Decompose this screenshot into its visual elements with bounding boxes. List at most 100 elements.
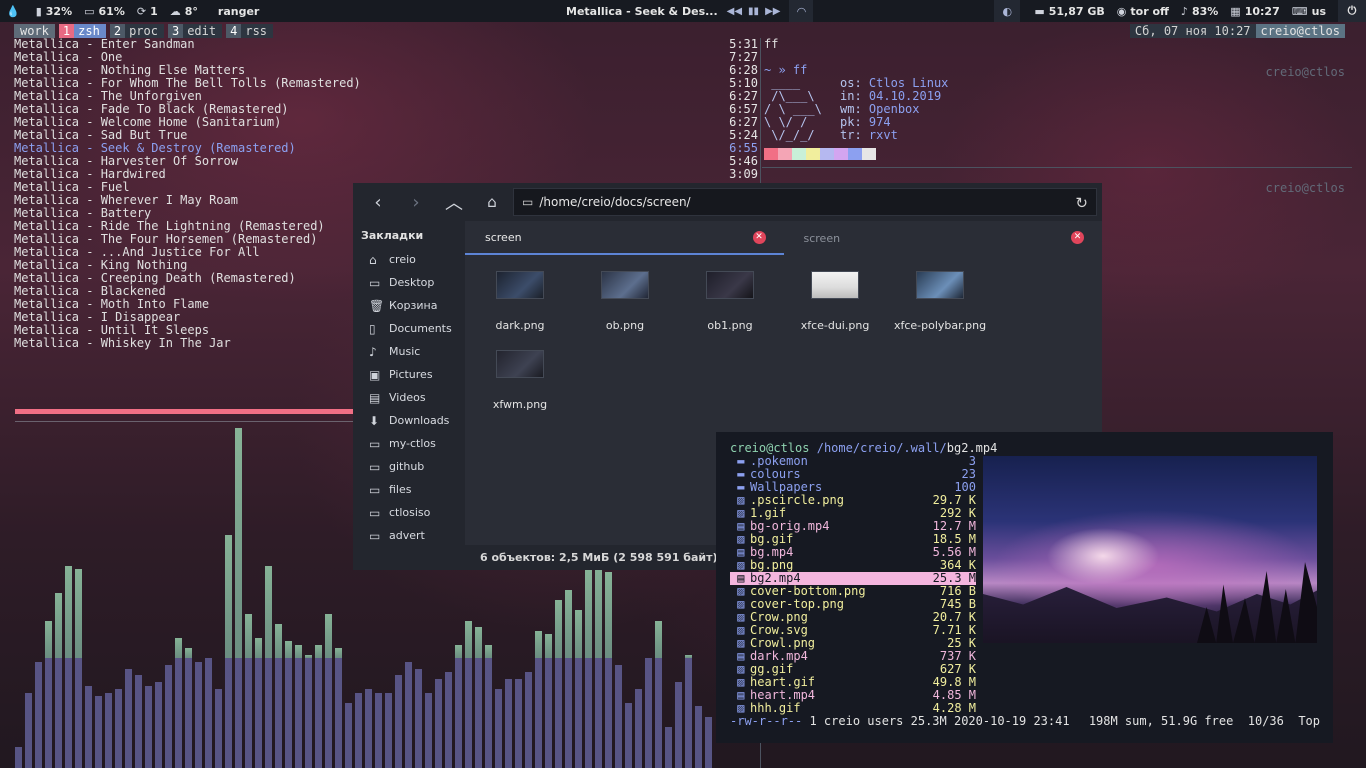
visualizer-bar [245, 614, 252, 768]
up-button[interactable]: ︿ [435, 187, 473, 217]
file-item[interactable]: xfce-dui.png [785, 271, 885, 332]
visualizer-bar [675, 682, 682, 768]
close-icon[interactable]: ✕ [1071, 231, 1084, 244]
clock-widget[interactable]: ▦ 10:27 [1224, 0, 1285, 22]
ff-terminal[interactable]: ff ~ » ff ____ /\___\ / \ ___\ \ \/ / \/… [764, 38, 948, 160]
close-icon[interactable]: ✕ [752, 231, 766, 244]
keyboard-widget[interactable]: ⌨ us [1286, 0, 1332, 22]
visualizer-bar [595, 559, 602, 768]
sidebar-item-label: creio [389, 253, 416, 266]
sidebar-item-documents[interactable]: ▯ Documents [353, 317, 465, 340]
sidebar-item-advert[interactable]: ▭ advert [353, 524, 465, 547]
pause-icon[interactable]: ▮▮ [748, 6, 759, 17]
sidebar-item-music[interactable]: ♪ Music [353, 340, 465, 363]
top-panel: 💧 ▮ 32% ▭ 61% ⟳ 1 ☁ 8° ranger Metallica - Se… [0, 0, 1366, 22]
chevron-left-icon: ‹ [374, 191, 382, 213]
bookmarks-sidebar: Закладки ⌂ creio ▭ Desktop 🗑 Корзина ▯ Document… [353, 221, 465, 570]
visualizer-bar [515, 679, 522, 768]
tmux-session[interactable]: work [14, 24, 55, 38]
tmux-window-1[interactable]: 1 zsh [58, 24, 106, 38]
battery-icon: ▮ [35, 4, 42, 18]
visualizer-bar [545, 634, 552, 768]
playlist-item[interactable]: Metallica - Whiskey In The Jar [14, 337, 361, 350]
tab-screen-1[interactable]: screen ✕ [465, 221, 784, 255]
sidebar-item-creio[interactable]: ⌂ creio [353, 248, 465, 271]
visualizer-bar [695, 706, 702, 768]
playback-progress-bar[interactable] [15, 409, 353, 414]
window-number: 3 [167, 24, 184, 38]
file-name: ob.png [605, 319, 645, 332]
file-item[interactable]: ob.png [575, 271, 675, 332]
visualizer-bar [215, 689, 222, 768]
next-track-icon[interactable]: ▶▶ [765, 6, 780, 17]
ff-info-value: Openbox [868, 102, 920, 116]
battery-widget[interactable]: ▮ 32% [30, 0, 78, 22]
sidebar-item-корзина[interactable]: 🗑 Корзина [353, 294, 465, 317]
volume-widget[interactable]: ♪ 83% [1175, 0, 1224, 22]
file-manager-toolbar: ‹ › ︿ ⌂ ▭ /home/creio/docs/screen/ ↻ [353, 183, 1102, 221]
ranger-window[interactable]: creio@ctlos /home/creio/.wall/bg2.mp4 ▬.… [716, 432, 1333, 743]
tor-widget[interactable]: ◉ tor off [1111, 0, 1175, 22]
tmux-window-2[interactable]: 2 proc [109, 24, 164, 38]
sidebar-item-label: Videos [389, 391, 426, 404]
tmux-window-3[interactable]: 3 edit [167, 24, 223, 38]
tab-label: screen [485, 230, 522, 244]
file-item[interactable]: dark.png [470, 271, 570, 332]
window-label: edit [187, 24, 217, 38]
contrast-button[interactable]: ◐ [994, 0, 1021, 22]
power-button[interactable]: ⏻ [1338, 0, 1366, 22]
tor-value: tor off [1130, 4, 1169, 18]
forward-button[interactable]: › [397, 187, 435, 217]
home-button[interactable]: ⌂ [473, 187, 511, 217]
location-bar[interactable]: ▭ /home/creio/docs/screen/ [513, 188, 1097, 216]
memory-widget[interactable]: ▭ 61% [78, 0, 131, 22]
sidebar-item-label: Documents [389, 322, 452, 335]
visualizer-bar [175, 638, 182, 768]
chevron-right-icon: › [412, 191, 420, 213]
disk-widget[interactable]: ▬ 51,87 GB [1028, 0, 1110, 22]
reload-icon[interactable]: ↻ [1075, 194, 1088, 212]
palette-swatch [820, 148, 834, 160]
ff-info-key: os: [840, 76, 862, 90]
back-button[interactable]: ‹ [359, 187, 397, 217]
keyboard-icon: ⌨ [1291, 4, 1308, 18]
visualizer-bar [475, 627, 482, 768]
trash-icon: 🗑 [369, 298, 385, 313]
sidebar-item-pictures[interactable]: ▣ Pictures [353, 363, 465, 386]
desktop-icon: ▭ [369, 275, 381, 290]
tmux-window-4[interactable]: 4 rss [226, 24, 274, 38]
window-number: 2 [109, 24, 126, 38]
file-item[interactable]: xfwm.png [470, 350, 570, 411]
sidebar-item-downloads[interactable]: ⬇ Downloads [353, 409, 465, 432]
duration-item: 3:09 [729, 167, 758, 181]
ff-info-key: tr: [840, 128, 862, 142]
visualizer-bar [235, 428, 242, 768]
downloads-icon: ⬇ [369, 413, 380, 428]
sidebar-item-ctlosiso[interactable]: ▭ ctlosiso [353, 501, 465, 524]
weather-widget[interactable]: ☁ 8° [164, 0, 204, 22]
visualizer-bar [205, 658, 212, 768]
visualizer-bar [295, 645, 302, 768]
visualizer-bar [135, 675, 142, 768]
sidebar-item-files[interactable]: ▭ files [353, 478, 465, 501]
visualizer-bar [685, 655, 692, 768]
droplet-widget[interactable]: 💧 [0, 0, 30, 22]
memory-icon: ▭ [84, 4, 95, 18]
prev-track-icon[interactable]: ◀◀ [727, 6, 742, 17]
sidebar-item-label: github [389, 460, 425, 473]
sidebar-item-my-ctlos[interactable]: ▭ my-ctlos [353, 432, 465, 455]
sidebar-item-github[interactable]: ▭ github [353, 455, 465, 478]
visualizer-bar [305, 655, 312, 768]
tab-screen-2[interactable]: screen ✕ [784, 221, 1103, 255]
visualizer-bar [465, 621, 472, 768]
tmux-status-right: Сб, 07 ноя 10:27 creio@ctlos [1129, 24, 1345, 38]
updates-widget[interactable]: ⟳ 1 [131, 0, 164, 22]
ranger-user: creio@ctlos [730, 441, 810, 455]
file-item[interactable]: xfce-polybar.png [890, 271, 990, 332]
sidebar-item-videos[interactable]: ▤ Videos [353, 386, 465, 409]
file-item[interactable]: ob1.png [680, 271, 780, 332]
sidebar-item-desktop[interactable]: ▭ Desktop [353, 271, 465, 294]
now-playing[interactable]: Metallica - Seek & Des... [560, 0, 724, 22]
headphones-button[interactable]: ◠ [789, 0, 814, 22]
image-thumbnail [811, 271, 859, 299]
